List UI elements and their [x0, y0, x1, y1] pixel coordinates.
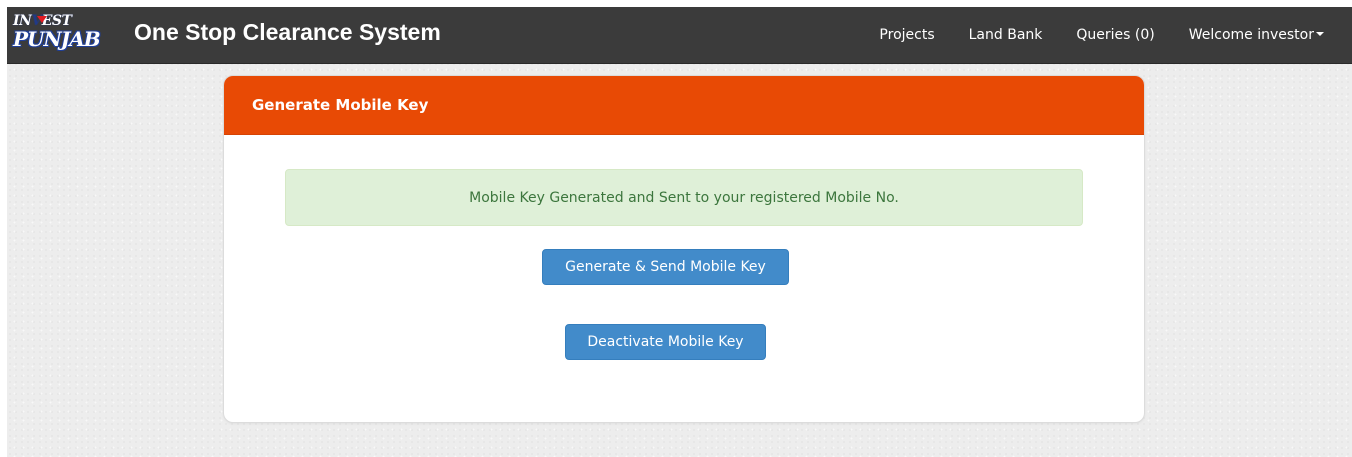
- nav-links: Projects Land Bank Queries (0) Welcome i…: [862, 7, 1352, 63]
- success-alert: Mobile Key Generated and Sent to your re…: [285, 169, 1083, 226]
- generate-send-mobile-key-button[interactable]: Generate & Send Mobile Key: [542, 249, 789, 285]
- logo-text-punjab: PUNJAB: [13, 27, 101, 51]
- caret-down-icon: [1316, 32, 1324, 36]
- panel-title: Generate Mobile Key: [252, 96, 429, 114]
- success-alert-message: Mobile Key Generated and Sent to your re…: [469, 189, 899, 206]
- top-navbar: INVEST PUNJAB One Stop Clearance System …: [7, 7, 1352, 64]
- nav-projects-link[interactable]: Projects: [862, 7, 951, 63]
- user-menu-dropdown[interactable]: Welcome investor: [1172, 7, 1352, 63]
- logo-chevron-icon: [37, 16, 47, 23]
- app-title[interactable]: One Stop Clearance System: [134, 19, 441, 46]
- mobile-key-panel: Generate Mobile Key Mobile Key Generated…: [223, 75, 1145, 423]
- page-background: INVEST PUNJAB One Stop Clearance System …: [7, 7, 1352, 457]
- user-menu-label: Welcome investor: [1188, 27, 1314, 43]
- deactivate-mobile-key-button[interactable]: Deactivate Mobile Key: [565, 324, 766, 360]
- nav-queries-link[interactable]: Queries (0): [1059, 7, 1171, 63]
- nav-land-bank-link[interactable]: Land Bank: [952, 7, 1060, 63]
- panel-heading: Generate Mobile Key: [224, 76, 1144, 135]
- invest-punjab-logo[interactable]: INVEST PUNJAB: [11, 13, 111, 57]
